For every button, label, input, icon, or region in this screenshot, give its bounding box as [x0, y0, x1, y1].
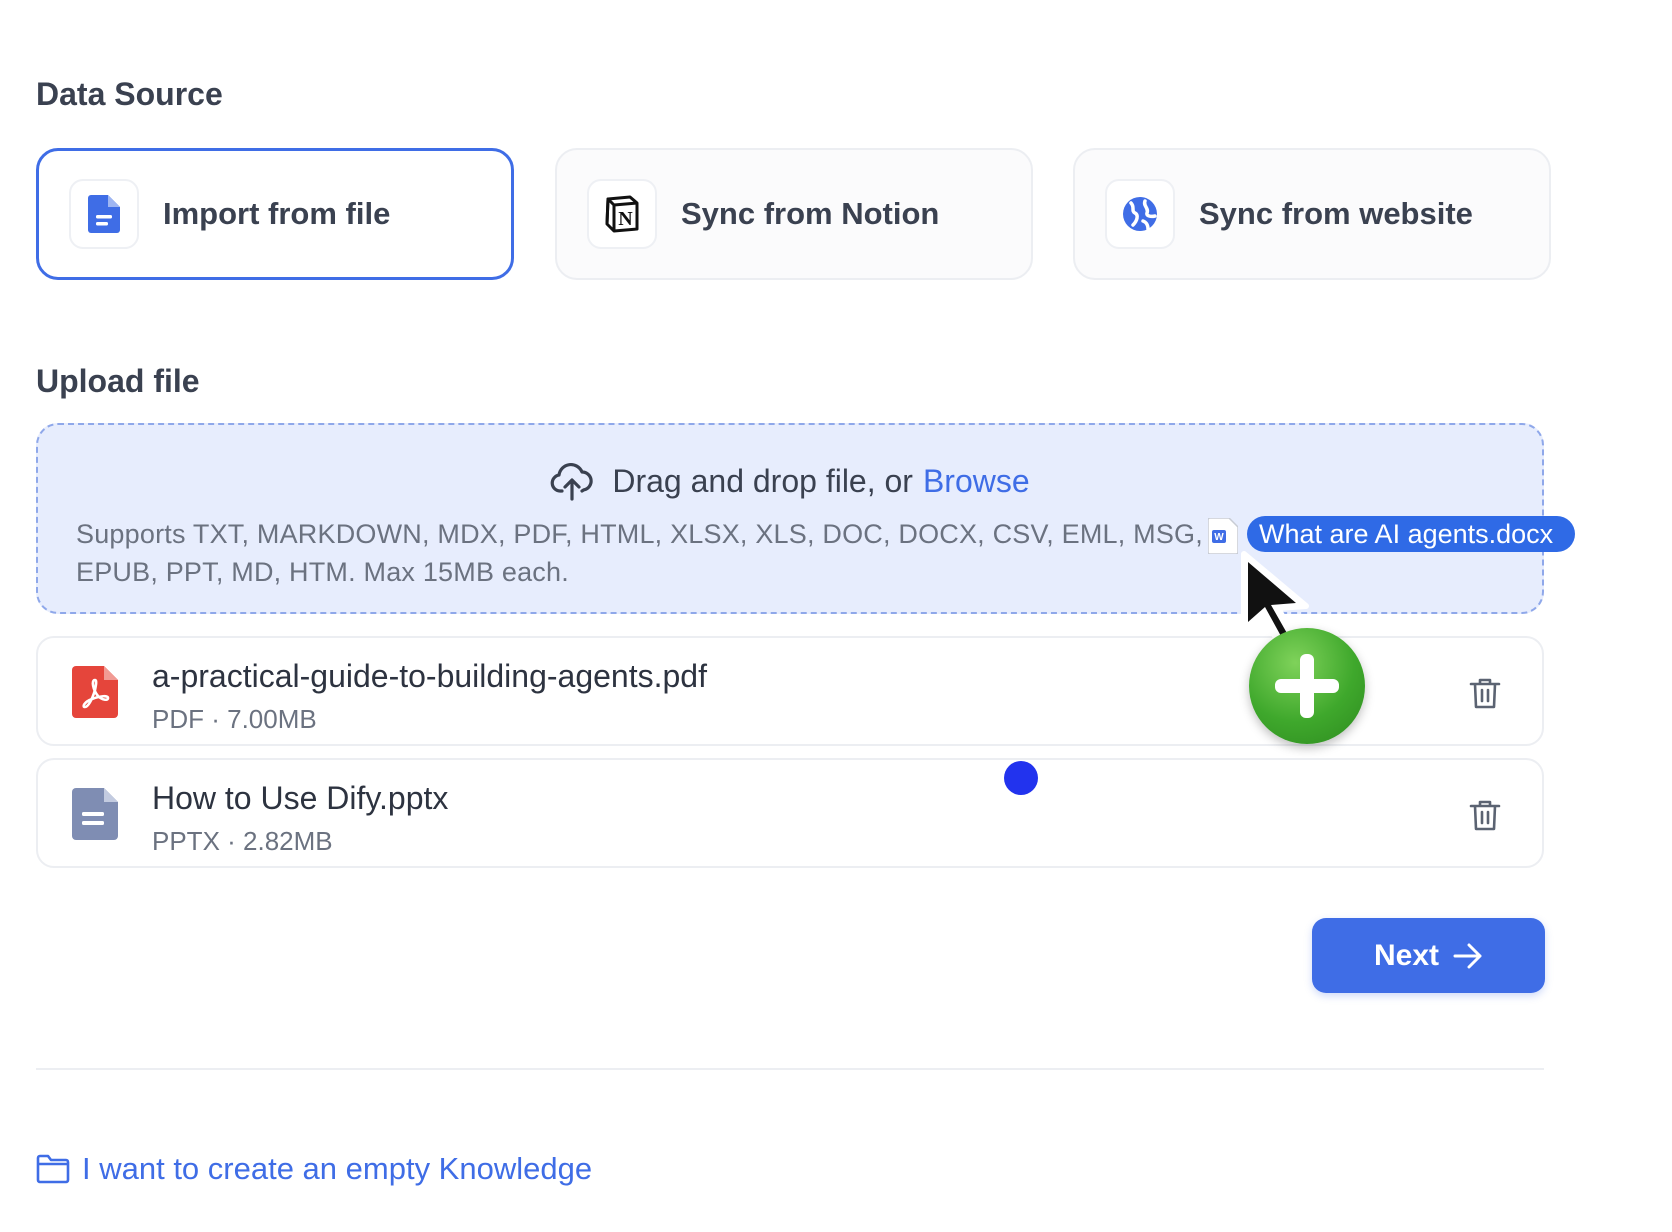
pdf-icon — [72, 666, 118, 718]
next-label: Next — [1373, 938, 1440, 972]
file-type: PPTX — [152, 826, 220, 856]
click-indicator — [1004, 761, 1038, 795]
data-source-title: Data Source — [36, 76, 223, 112]
document-icon — [72, 788, 118, 840]
supported-formats-text: Supports TXT, MARKDOWN, MDX, PDF, HTML, … — [76, 519, 1203, 587]
notion-icon: N — [587, 179, 657, 249]
copy-plus-icon — [1249, 628, 1365, 744]
next-button[interactable]: Next — [1312, 918, 1545, 993]
file-size: 7.00MB — [227, 704, 317, 734]
dropzone-prompt: Drag and drop file, or Browse — [38, 461, 1542, 501]
delete-file-button[interactable] — [1468, 676, 1502, 710]
file-list-item: How to Use Dify.pptx PPTX · 2.82MB — [36, 758, 1544, 868]
delete-file-button[interactable] — [1468, 798, 1502, 832]
import-from-file-option[interactable]: Import from file — [36, 148, 514, 280]
file-icon — [69, 179, 139, 249]
sync-from-notion-label: Sync from Notion — [681, 196, 940, 231]
file-size: 2.82MB — [243, 826, 333, 856]
dropzone-text: Drag and drop file, or — [612, 462, 913, 499]
meta-separator: · — [219, 826, 244, 856]
file-name: How to Use Dify.pptx — [152, 780, 449, 816]
globe-icon — [1105, 179, 1175, 249]
dragged-file-label: What are AI agents.docx — [1247, 516, 1576, 552]
svg-text:W: W — [1214, 532, 1224, 543]
file-meta: PPTX · 2.82MB — [152, 826, 333, 857]
cloud-upload-icon — [551, 462, 594, 501]
file-meta: PDF · 7.00MB — [152, 704, 317, 735]
create-empty-knowledge-link[interactable]: I want to create an empty Knowledge — [36, 1151, 592, 1187]
browse-link[interactable]: Browse — [923, 463, 1030, 500]
sync-from-website-label: Sync from website — [1199, 196, 1473, 231]
arrow-right-icon — [1453, 943, 1482, 968]
dragged-docx-icon: W — [1208, 518, 1238, 554]
file-name: a-practical-guide-to-building-agents.pdf — [152, 658, 707, 694]
sync-from-website-option[interactable]: Sync from website — [1073, 148, 1551, 280]
upload-file-title: Upload file — [36, 363, 200, 399]
folder-icon — [36, 1154, 70, 1184]
file-type: PDF — [152, 704, 204, 734]
sync-from-notion-option[interactable]: N Sync from Notion — [555, 148, 1033, 280]
divider — [36, 1068, 1544, 1070]
meta-separator: · — [204, 704, 228, 734]
create-empty-knowledge-label: I want to create an empty Knowledge — [82, 1151, 593, 1186]
svg-text:N: N — [618, 208, 633, 230]
import-from-file-label: Import from file — [163, 196, 391, 231]
